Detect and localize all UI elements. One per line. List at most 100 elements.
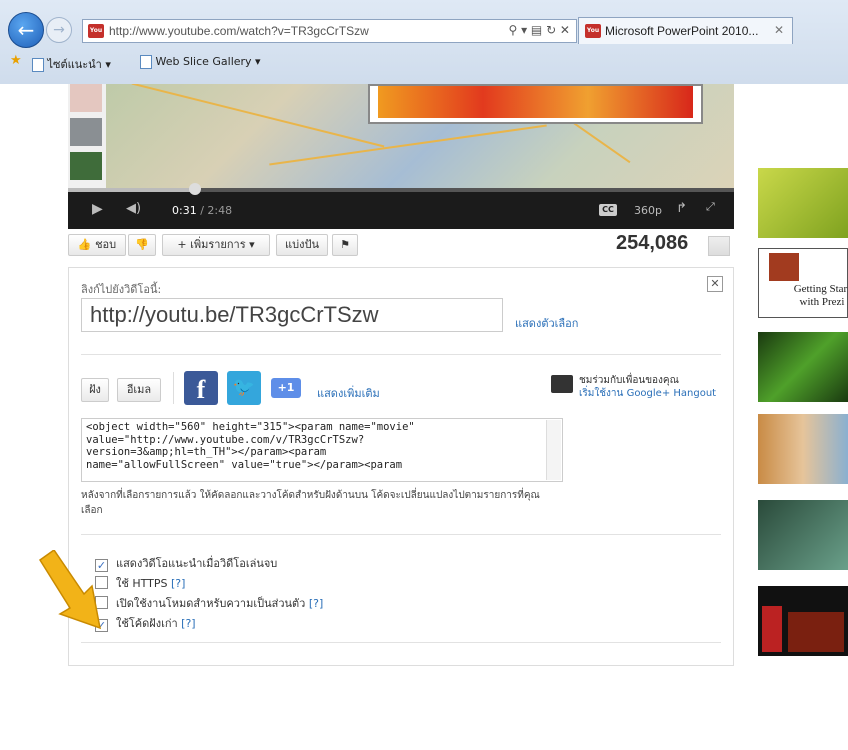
embed-scrollbar[interactable] [546,420,561,480]
favorites-bar: ★ ไซต์แนะนำ ▾ Web Slice Gallery ▾ [0,52,848,74]
map-road [269,124,547,166]
flag-button[interactable]: ⚑ [332,234,358,256]
video-actions: 👍 ชอบ 👎 + เพิ่มรายการ ▾ แบ่งปัน ⚑ 254,08… [68,232,734,264]
back-button[interactable]: ← [8,12,44,48]
embed-code-text: <object width="560" height="315"><param … [86,421,415,471]
captions-icon[interactable]: CC [599,204,617,216]
option-label: ใช้โค้ดฝังเก่า [116,617,178,630]
slide-thumb [70,118,102,146]
related-thumb[interactable] [758,500,848,570]
tab-youtube[interactable]: You Microsoft PowerPoint 2010... ✕ [578,17,793,44]
favorite-suggested-sites[interactable]: ไซต์แนะนำ ▾ [32,55,111,73]
option-label: เปิดใช้งานโหมดสำหรับความเป็นส่วนตัว [116,597,306,610]
related-thumb[interactable] [758,168,848,238]
add-to-button[interactable]: + เพิ่มรายการ ▾ [162,234,270,256]
show-more-link[interactable]: แสดงเพิ่มเติม [317,384,380,402]
view-count: 254,086 [616,232,689,254]
favorites-star-icon[interactable]: ★ [10,53,22,68]
address-tools-icon[interactable]: ⚲ ▾ ▤ ↻ ✕ [508,23,570,37]
progress-bar[interactable] [68,183,734,195]
player-controls: ▶ ◀) 0:31 / 2:48 CC 360p ↱ ⤢ [68,183,734,229]
tab-title: Microsoft PowerPoint 2010... [605,24,759,38]
back-arrow-icon: ← [17,18,35,42]
divider [81,642,721,643]
embed-button[interactable]: ฝัง [81,378,109,402]
slide-thumbnails [68,84,106,188]
slide-thumb [70,152,102,180]
quality-button[interactable]: 360p [634,204,662,217]
divider [81,534,721,535]
page-content: ▶ ◀) 0:31 / 2:48 CC 360p ↱ ⤢ 👍 ชอบ 👎 + เ… [0,84,848,666]
thumbs-up-icon: 👍 [77,238,92,251]
option-show-suggested[interactable]: ✓ แสดงวิดีโอแนะนำเมื่อวิดีโอเล่นจบ [95,554,277,572]
annotation-arrow-icon [38,550,101,630]
divider [81,354,721,355]
embed-note: หลังจากที่เลือกรายการแล้ว ให้คัดลอกและวา… [81,490,540,516]
hangout-icon[interactable] [551,375,573,393]
favorite-label: Web Slice Gallery ▾ [155,55,261,68]
video-frame [68,84,734,188]
volume-icon[interactable]: ◀) [126,201,141,216]
like-button[interactable]: 👍 ชอบ [68,234,126,256]
scrub-handle[interactable] [188,183,201,195]
flag-icon: ⚑ [340,238,350,251]
youtube-favicon-icon: You [88,24,104,38]
page-icon [32,58,44,72]
help-link[interactable]: [?] [309,597,323,610]
share-url-field[interactable]: http://youtu.be/TR3gcCrTSzw [81,298,503,332]
favorite-label: ไซต์แนะนำ ▾ [47,58,111,71]
related-thumb[interactable] [758,332,848,402]
arrow-shape [38,550,101,630]
option-label: ใช้ HTTPS [116,577,168,590]
share-panel: ลิงก์ไปยังวิดีโอนี้: ✕ http://youtu.be/T… [68,267,734,666]
stats-icon[interactable] [708,236,730,256]
progress-fill [68,188,195,192]
help-link[interactable]: [?] [171,577,185,590]
related-thumb[interactable]: Getting Start with Prezi [758,248,848,318]
thumb-image [762,606,782,652]
current-time: 0:31 [172,204,197,217]
dislike-button[interactable]: 👎 [128,234,156,256]
facebook-icon[interactable]: f [184,371,218,405]
related-thumb[interactable] [758,414,848,484]
related-thumb[interactable] [758,586,848,656]
google-plus-icon[interactable]: +1 [271,378,301,398]
thumbs-down-icon: 👎 [135,238,149,251]
popout-icon[interactable]: ↱ [676,201,687,216]
option-label: แสดงวิดีโอแนะนำเมื่อวิดีโอเล่นจบ [116,557,278,570]
like-label: ชอบ [95,238,117,251]
slide-banner-image [368,84,703,124]
tab-close-icon[interactable]: ✕ [774,23,784,37]
thumb-image [769,253,799,281]
twitter-icon[interactable]: 🐦 [227,371,261,405]
address-bar[interactable]: You http://www.youtube.com/watch?v=TR3gc… [82,19,577,43]
share-button[interactable]: แบ่งปัน [276,234,328,256]
browser-chrome: ← → You http://www.youtube.com/watch?v=T… [0,0,848,84]
video-player[interactable]: ▶ ◀) 0:31 / 2:48 CC 360p ↱ ⤢ [68,84,734,229]
hangout-link[interactable]: เริ่มใช้งาน Google+ Hangout [579,386,716,401]
share-link-label: ลิงก์ไปยังวิดีโอนี้: [81,283,162,296]
option-privacy-mode[interactable]: เปิดใช้งานโหมดสำหรับความเป็นส่วนตัว [?] [95,594,323,612]
forward-button[interactable]: → [46,17,72,43]
time-display: 0:31 / 2:48 [172,204,232,217]
slide-thumb [70,84,102,112]
divider [173,372,174,404]
related-videos: Getting Start with Prezi [758,168,848,750]
tab-youtube-favicon-icon: You [585,24,601,38]
show-options-link[interactable]: แสดงตัวเลือก [515,314,578,332]
play-icon[interactable]: ▶ [92,201,103,217]
fullscreen-icon[interactable]: ⤢ [706,200,715,214]
thumb-image [788,612,844,652]
email-button[interactable]: อีเมล [117,378,161,402]
total-time: / 2:48 [200,204,233,217]
forward-arrow-icon: → [53,22,65,38]
address-url[interactable]: http://www.youtube.com/watch?v=TR3gcCrTS… [109,24,369,38]
banner-art [378,86,693,118]
map-road [131,84,385,148]
embed-code-textarea[interactable]: <object width="560" height="315"><param … [81,418,563,482]
thumb-title: Getting Start with Prezi [793,283,848,308]
close-icon[interactable]: ✕ [707,276,723,292]
help-link[interactable]: [?] [181,617,195,630]
page-icon [140,55,152,69]
favorite-web-slice-gallery[interactable]: Web Slice Gallery ▾ [140,55,261,69]
